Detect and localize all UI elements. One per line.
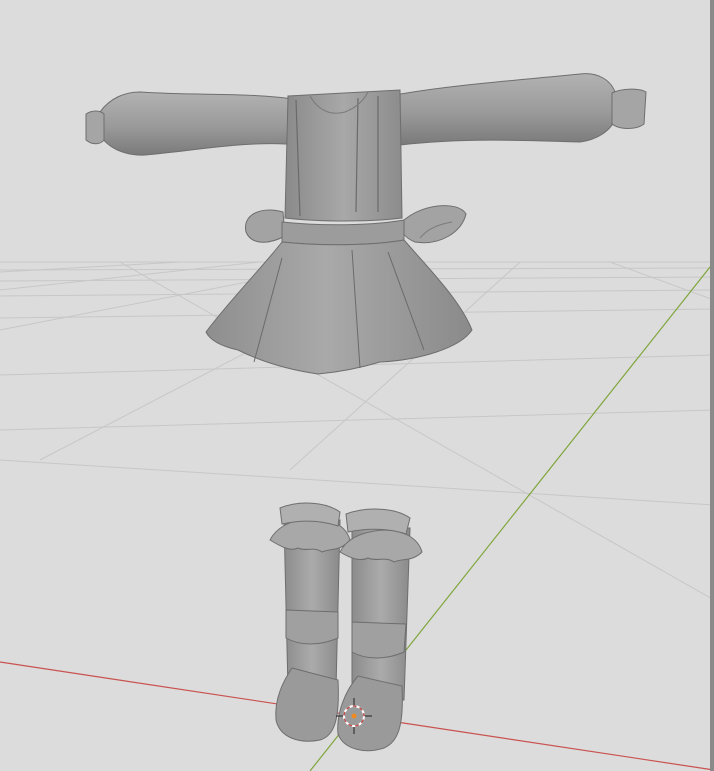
viewport-edge-divider[interactable] — [710, 0, 714, 771]
3d-viewport[interactable] — [0, 0, 714, 771]
viewport-scene[interactable] — [0, 0, 714, 771]
